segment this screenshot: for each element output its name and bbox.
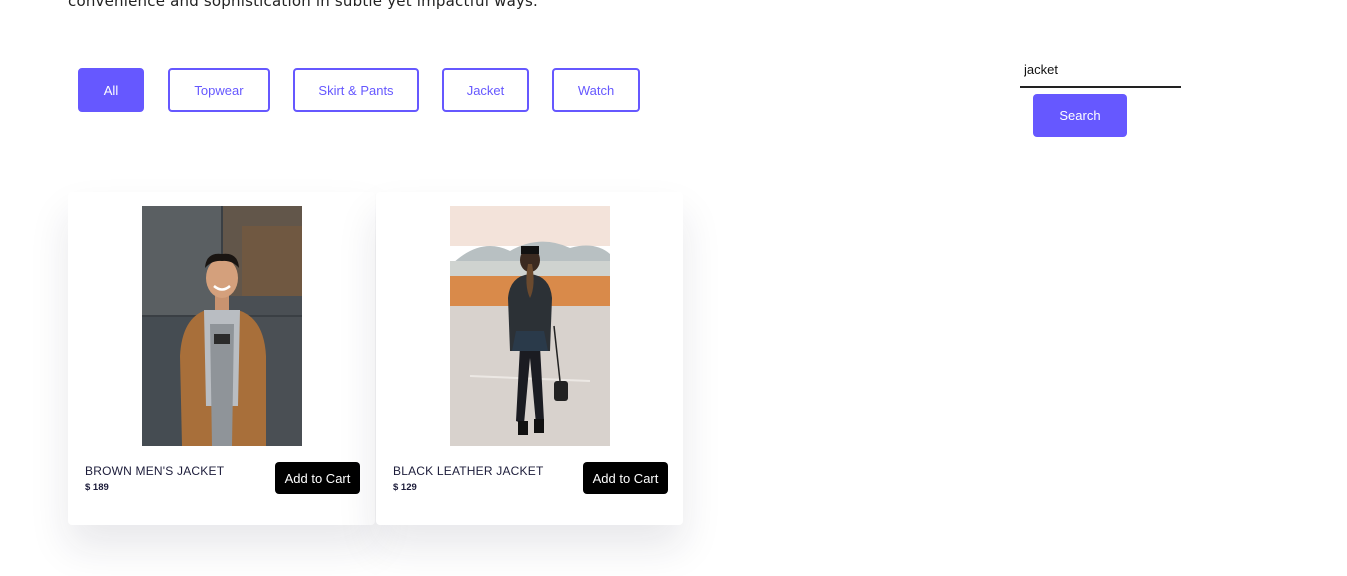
- product-title: BLACK LEATHER JACKET: [393, 464, 544, 478]
- woman-in-leather-jacket-photo: [450, 206, 610, 446]
- filter-topwear-button[interactable]: Topwear: [168, 68, 270, 112]
- page: convenience and sophistication in subtle…: [0, 0, 1347, 576]
- filter-all-button[interactable]: All: [78, 68, 144, 112]
- product-card: BLACK LEATHER JACKET $ 129 Add to Cart: [376, 192, 683, 525]
- add-to-cart-button[interactable]: Add to Cart: [275, 462, 360, 494]
- filter-skirt-pants-button[interactable]: Skirt & Pants: [293, 68, 419, 112]
- filter-jacket-button[interactable]: Jacket: [442, 68, 529, 112]
- product-price: $ 189: [85, 482, 109, 493]
- product-image[interactable]: [142, 206, 302, 446]
- product-title: BROWN MEN'S JACKET: [85, 464, 225, 478]
- man-in-brown-jacket-photo: [142, 206, 302, 446]
- product-image[interactable]: [450, 206, 610, 446]
- filter-watch-button[interactable]: Watch: [552, 68, 640, 112]
- add-to-cart-button[interactable]: Add to Cart: [583, 462, 668, 494]
- intro-text: convenience and sophistication in subtle…: [68, 0, 539, 10]
- search-input[interactable]: [1020, 52, 1181, 88]
- product-price: $ 129: [393, 482, 417, 493]
- search-button[interactable]: Search: [1033, 94, 1127, 137]
- product-card: BROWN MEN'S JACKET $ 189 Add to Cart: [68, 192, 375, 525]
